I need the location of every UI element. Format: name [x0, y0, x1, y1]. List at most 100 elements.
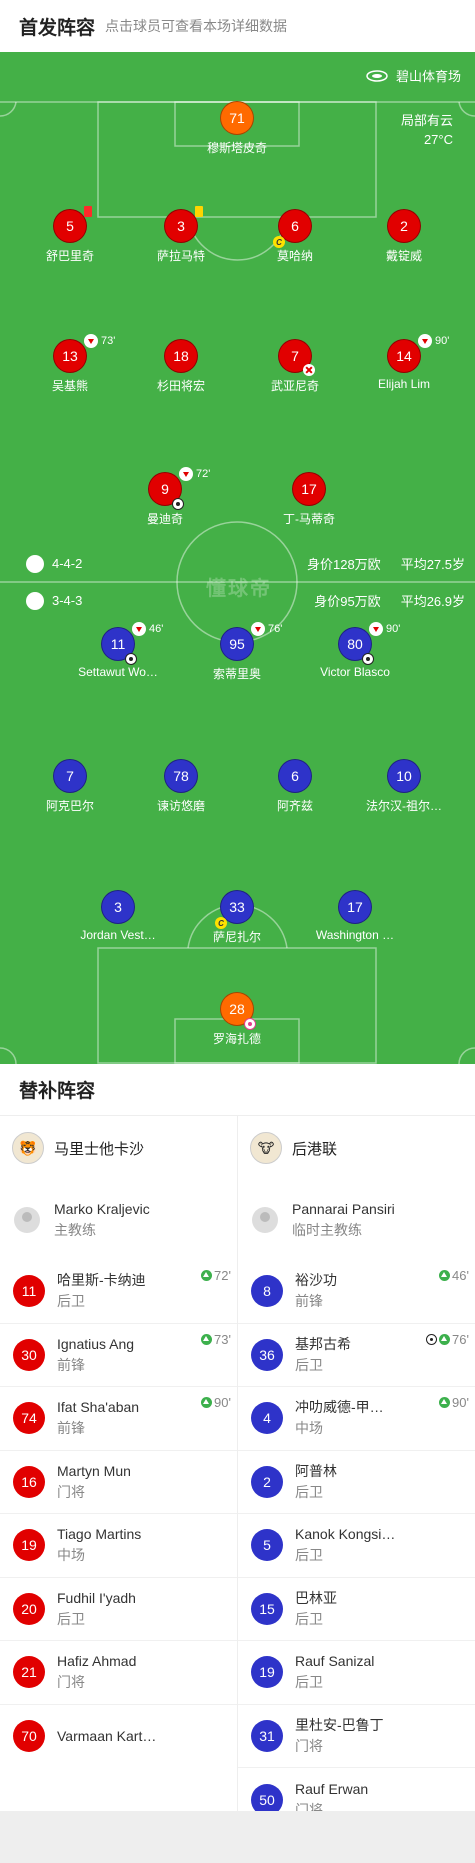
home-player-13[interactable]: 13 73' 吴基熊 — [20, 334, 120, 394]
own-goal-icon — [244, 1018, 256, 1030]
home-avg-age: 平均27.5岁 — [400, 557, 465, 572]
sub-position: 后卫 — [295, 1547, 323, 1564]
player-number: 6 — [291, 218, 299, 234]
sub-player-row[interactable]: 15 巴林亚 后卫 — [238, 1578, 475, 1641]
sub-player-row[interactable]: 4 冲叻威德-甲… 中场 90' — [238, 1387, 475, 1451]
goal-icon — [172, 498, 184, 510]
home-team-name: 马里士他卡沙 — [54, 1140, 145, 1158]
sub-name: 巴林亚 — [295, 1589, 337, 1606]
sub-time: 90' — [386, 623, 401, 635]
sub-player-row[interactable]: 36 基邦古希 后卫 76' — [238, 1324, 475, 1387]
sub-position: 后卫 — [57, 1610, 85, 1627]
sub-player-row[interactable]: 2 阿普林 后卫 — [238, 1451, 475, 1514]
away-player-28[interactable]: 28 罗海扎德 — [187, 992, 287, 1047]
sub-position: 中场 — [57, 1547, 85, 1564]
home-coach[interactable]: Marko Kraljevic 主教练 — [0, 1180, 237, 1260]
away-player-10[interactable]: 10 法尔汉-祖尔… — [354, 759, 454, 814]
coach-role: 主教练 — [54, 1222, 96, 1238]
away-player-11[interactable]: 11 46' Settawut Wo… — [68, 622, 168, 679]
player-number: 14 — [396, 348, 412, 364]
player-number: 18 — [164, 339, 198, 373]
sub-player-row[interactable]: 8 裕沙功 前锋 46' — [238, 1260, 475, 1324]
home-player-6[interactable]: 6C 莫哈纳 — [245, 209, 345, 264]
away-subs-column: 🐮 后港联 Pannarai Pansiri 临时主教练 8 裕沙功 前锋 46'… — [238, 1116, 475, 1832]
sub-number: 21 — [13, 1656, 45, 1689]
sub-in: 90' — [439, 1395, 469, 1410]
home-value: 身价128万欧 — [306, 557, 381, 572]
away-player-95[interactable]: 95 76' 索蒂里奥 — [187, 622, 287, 682]
sub-in-icon — [439, 1333, 451, 1345]
sub-time: 72' — [196, 468, 211, 480]
player-number: 9 — [161, 481, 169, 497]
sub-position: 门将 — [295, 1737, 323, 1754]
red-card-icon — [84, 206, 92, 217]
player-name: 谏访悠磨 — [156, 799, 205, 813]
sub-player-row[interactable]: 5 Kanok Kongsi… 后卫 — [238, 1514, 475, 1578]
home-player-71[interactable]: 71 穆斯塔皮奇 — [187, 101, 287, 156]
sub-position: 前锋 — [295, 1293, 323, 1310]
sub-player-row[interactable]: 74 Ifat Sha'aban 前锋 90' — [0, 1387, 237, 1451]
home-crest-icon: ◉ — [26, 554, 44, 573]
sub-number: 19 — [13, 1529, 45, 1562]
player-name: Victor Blasco — [320, 665, 390, 679]
player-name: 索蒂里奥 — [212, 667, 261, 681]
sub-player-row[interactable]: 20 Fudhil I'yadh 后卫 — [0, 1578, 237, 1641]
sub-name: Tiago Martins — [57, 1526, 142, 1543]
sub-name: Rauf Erwan — [295, 1780, 369, 1797]
away-player-78[interactable]: 78 谏访悠磨 — [131, 759, 231, 814]
home-player-7[interactable]: 7 武亚尼奇 — [245, 339, 345, 394]
player-name: Jordan Vest… — [80, 928, 156, 942]
sub-player-row[interactable]: 19 Rauf Sanizal 后卫 — [238, 1641, 475, 1705]
player-number: 33 — [229, 899, 245, 915]
player-number: 2 — [387, 209, 421, 243]
coach-avatar-icon — [14, 1207, 40, 1233]
player-number: 11 — [110, 636, 126, 652]
player-name: Elijah Lim — [377, 377, 431, 391]
sub-player-row[interactable]: 16 Martyn Mun 门将 — [0, 1451, 237, 1514]
sub-position: 门将 — [57, 1674, 85, 1691]
sub-number: 19 — [251, 1656, 283, 1689]
temperature: 27°C — [423, 132, 453, 147]
home-player-3[interactable]: 3 萨拉马特 — [131, 206, 231, 264]
away-player-80[interactable]: 80 90' Victor Blasco — [305, 622, 405, 679]
player-number: 3 — [101, 890, 135, 924]
sub-player-row[interactable]: 19 Tiago Martins 中场 — [0, 1514, 237, 1578]
home-player-18[interactable]: 18 杉田将宏 — [131, 339, 231, 394]
away-player-7[interactable]: 7 阿克巴尔 — [20, 759, 120, 814]
away-player-17[interactable]: 17 Washington … — [305, 890, 405, 942]
sub-player-row[interactable]: 70 Varmaan Kart… — [0, 1705, 237, 1769]
sub-player-row[interactable]: 11 哈里斯-卡纳迪 后卫 72' — [0, 1260, 237, 1324]
home-player-17[interactable]: 17 丁-马蒂奇 — [259, 472, 359, 527]
coach-name: Marko Kraljevic — [54, 1201, 150, 1217]
player-number: 80 — [347, 636, 363, 652]
sub-out: 46' — [132, 622, 163, 636]
home-team-header[interactable]: 🐯 马里士他卡沙 — [0, 1116, 237, 1180]
sub-player-row[interactable]: 31 里杜安-巴鲁丁 门将 — [238, 1705, 475, 1768]
home-player-5[interactable]: 5 舒巴里奇 — [20, 206, 120, 264]
player-name: 萨尼扎尔 — [212, 930, 261, 944]
sub-time: 76' — [268, 623, 283, 635]
sub-in-icon — [201, 1397, 213, 1408]
away-player-3[interactable]: 3 Jordan Vest… — [68, 890, 168, 942]
away-coach[interactable]: Pannarai Pansiri 临时主教练 — [238, 1180, 475, 1260]
sub-number: 70 — [13, 1720, 45, 1753]
player-name: 舒巴里奇 — [45, 249, 94, 263]
away-team-header[interactable]: 🐮 后港联 — [238, 1116, 475, 1180]
goal-icon — [426, 1333, 438, 1345]
home-team-logo-icon: 🐯 — [12, 1132, 44, 1164]
sub-out-icon — [179, 467, 193, 481]
away-player-33[interactable]: 33 C 萨尼扎尔 — [187, 890, 287, 945]
sub-position: 后卫 — [295, 1674, 323, 1691]
away-player-6[interactable]: 6 阿齐兹 — [245, 759, 345, 814]
sub-position: 后卫 — [57, 1293, 85, 1310]
home-player-9[interactable]: 9 72' 曼迪奇 — [115, 467, 215, 527]
player-name: 莫哈纳 — [276, 249, 313, 263]
sub-in: 72' — [201, 1268, 231, 1283]
home-player-14[interactable]: 14 90' Elijah Lim — [354, 334, 454, 391]
sub-in-icon — [201, 1270, 213, 1281]
home-player-2[interactable]: 2 戴锭威 — [354, 209, 454, 264]
sub-player-row[interactable]: 21 Hafiz Ahmad 门将 — [0, 1641, 237, 1705]
coach-avatar-icon — [252, 1207, 278, 1233]
sub-player-row[interactable]: 30 Ignatius Ang 前锋 73' — [0, 1324, 237, 1387]
away-avg-age: 平均26.9岁 — [400, 594, 465, 609]
